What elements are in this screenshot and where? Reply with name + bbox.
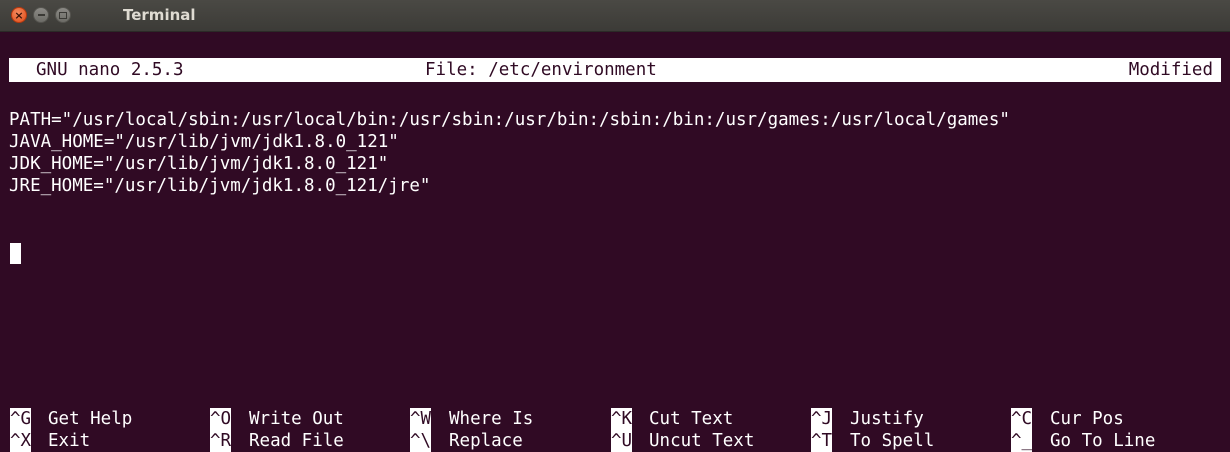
shortcut-key: ^G [10, 408, 32, 430]
nano-modified-status: Modified [1128, 60, 1213, 80]
nano-header-bar: GNU nano 2.5.3 File: /etc/environment Mo… [9, 58, 1221, 82]
nano-file-name: File: /etc/environment [425, 60, 657, 80]
shortcut-replace[interactable]: Replace [449, 430, 523, 452]
shortcut-get-help[interactable]: Get Help [48, 408, 132, 430]
shortcut-key: ^C [1011, 408, 1033, 430]
editor-line-2[interactable]: JAVA_HOME="/usr/lib/jvm/jdk1.8.0_121" [9, 131, 399, 153]
text-cursor [10, 243, 21, 264]
shortcut-where-is[interactable]: Where Is [449, 408, 533, 430]
shortcut-key: ^U [611, 430, 633, 452]
shortcut-key: ^O [210, 408, 232, 430]
editor-line-4[interactable]: JRE_HOME="/usr/lib/jvm/jdk1.8.0_121/jre" [9, 175, 430, 197]
shortcut-key: ^_ [1011, 430, 1033, 452]
minimize-icon [37, 14, 45, 16]
shortcut-key: ^W [410, 408, 432, 430]
shortcut-read-file[interactable]: Read File [249, 430, 344, 452]
shortcut-write-out[interactable]: Write Out [249, 408, 344, 430]
shortcut-cur-pos[interactable]: Cur Pos [1050, 408, 1124, 430]
shortcut-to-spell[interactable]: To Spell [850, 430, 934, 452]
shortcut-go-to-line[interactable]: Go To Line [1050, 430, 1155, 452]
shortcut-exit[interactable]: Exit [48, 430, 90, 452]
shortcut-key: ^R [210, 430, 232, 452]
shortcut-key: ^X [10, 430, 32, 452]
shortcut-key: ^K [611, 408, 633, 430]
window-title: Terminal [123, 6, 196, 24]
shortcut-uncut-text[interactable]: Uncut Text [649, 430, 754, 452]
shortcut-cut-text[interactable]: Cut Text [649, 408, 733, 430]
close-button[interactable]: × [11, 7, 27, 23]
shortcut-justify[interactable]: Justify [850, 408, 924, 430]
terminal-area[interactable]: GNU nano 2.5.3 File: /etc/environment Mo… [0, 32, 1230, 452]
editor-line-3[interactable]: JDK_HOME="/usr/lib/jvm/jdk1.8.0_121" [9, 153, 388, 175]
maximize-button[interactable] [55, 7, 71, 23]
shortcut-key: ^\ [410, 430, 432, 452]
editor-line-1[interactable]: PATH="/usr/local/sbin:/usr/local/bin:/us… [9, 109, 1010, 131]
maximize-icon [59, 11, 67, 19]
nano-version: GNU nano 2.5.3 [36, 60, 184, 80]
shortcut-key: ^J [811, 408, 833, 430]
close-icon: × [14, 8, 24, 22]
minimize-button[interactable] [33, 7, 49, 23]
window-titlebar[interactable]: × Terminal [0, 0, 1230, 32]
shortcut-key: ^T [811, 430, 833, 452]
